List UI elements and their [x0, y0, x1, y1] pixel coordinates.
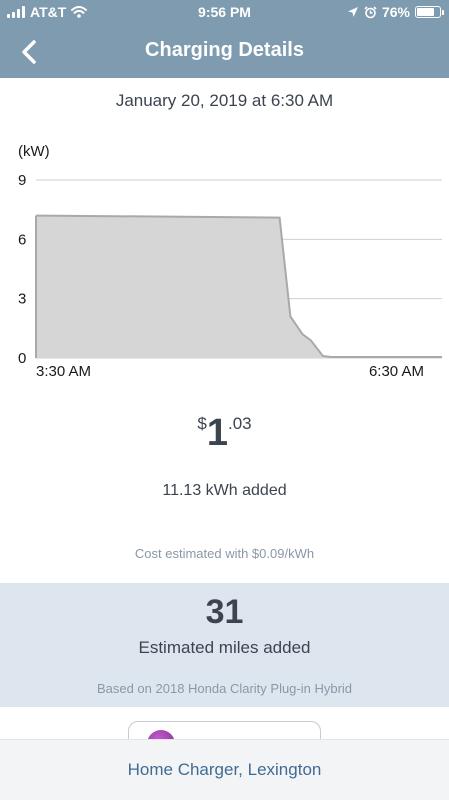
y-tick-label: 6 [18, 231, 26, 248]
rate-note: Cost estimated with $0.09/kWh [134, 546, 315, 561]
energy-added: 11.13 kWh added [162, 482, 287, 499]
power-chart: (kW) 9 6 3 0 3:30 AM 6:30 AM [18, 143, 442, 380]
battery-percent: 76% [381, 4, 410, 20]
alarm-icon [364, 5, 377, 18]
y-tick-label: 9 [18, 172, 26, 189]
cost-dollars: 1 [206, 412, 228, 454]
status-bar: AT&T 9:56 PM 76% [0, 0, 449, 26]
battery-level-fill [417, 8, 434, 16]
session-date: January 20, 2019 at 6:30 AM [115, 91, 334, 110]
y-tick-label: 0 [18, 350, 26, 367]
vehicle-note: Based on 2018 Honda Clarity Plug-in Hybr… [96, 681, 353, 696]
miles-label: Estimated miles added [138, 638, 311, 657]
cost-cents: .03 [227, 414, 252, 433]
miles-panel: 31 Estimated miles added Based on 2018 H… [0, 583, 449, 707]
nav-bar: Charging Details [0, 26, 449, 78]
status-right: 76% [347, 4, 444, 20]
x-tick-label: 6:30 AM [369, 363, 424, 380]
cost-currency: $ [197, 414, 207, 433]
miles-value: 31 [205, 593, 244, 631]
power-area [36, 215, 442, 358]
location-bar[interactable]: Home Charger, Lexington [0, 739, 449, 800]
location-arrow-icon [347, 7, 358, 17]
y-tick-label: 3 [18, 291, 26, 308]
charger-location-link[interactable]: Home Charger, Lexington [0, 760, 449, 780]
x-tick-label: 3:30 AM [36, 363, 91, 380]
battery-icon [415, 6, 444, 18]
cost-display: $1.03 [0, 412, 449, 455]
y-axis-label: (kW) [18, 143, 50, 160]
page-title: Charging Details [145, 39, 304, 61]
top-area: AT&T 9:56 PM 76% Charging Details [0, 0, 449, 78]
